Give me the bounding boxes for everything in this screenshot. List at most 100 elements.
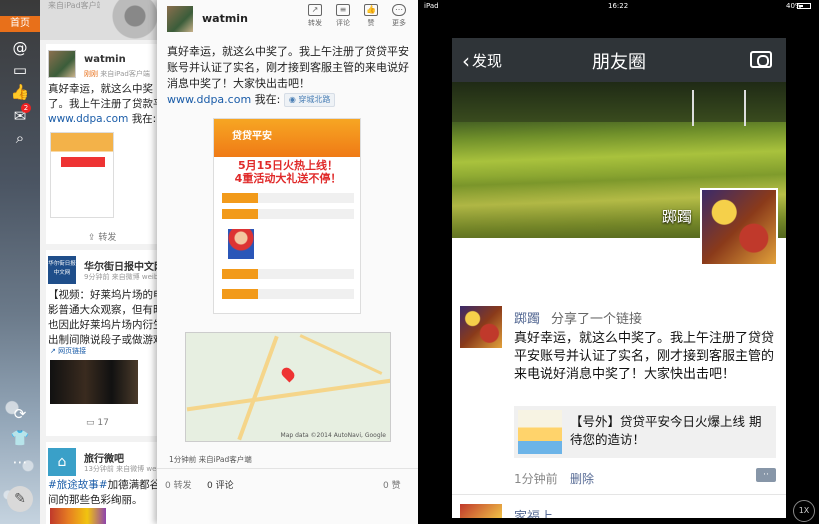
next-post-author[interactable]: 家福上	[514, 506, 553, 518]
detail-more-button[interactable]: ⋯ 更多	[387, 4, 411, 28]
avatar[interactable]	[167, 6, 193, 32]
mail-badge: 2	[21, 103, 31, 113]
detail-link[interactable]: www.ddpa.com	[167, 93, 251, 106]
post-hashtag[interactable]: #旅途故事#	[48, 479, 108, 491]
status-time: 16:22	[608, 2, 629, 10]
detail-comment-count[interactable]: 0 评论	[207, 478, 234, 491]
travel-logo-icon[interactable]: ⌂	[48, 448, 76, 476]
post-author[interactable]: watmin	[84, 54, 126, 65]
repost-button[interactable]: ⇪ 转发	[88, 230, 116, 243]
weibo-detail-panel: watmin ↗ 转发 ≡ 评论 👍 赞 ⋯ 更多 真好幸运，就这么中奖了。我上…	[157, 0, 418, 524]
post-image-thumbnail[interactable]	[50, 132, 114, 218]
location-tag[interactable]: ◉ 穿城北路	[283, 93, 336, 107]
cover-avatar[interactable]	[700, 188, 778, 266]
feed-top-meta: 来自iPad客户端	[48, 1, 105, 10]
sidebar-home-tab[interactable]: 首页	[0, 16, 40, 32]
refresh-icon[interactable]: ⟳	[10, 404, 30, 424]
post-link[interactable]: www.ddpa.com	[48, 113, 128, 125]
status-device: iPad	[424, 2, 439, 10]
comment-count-button[interactable]: ▭ 17	[86, 418, 109, 428]
poster-row	[222, 289, 354, 299]
poster-headline-line2: 4重活动大礼送不停！	[234, 172, 342, 185]
map-road	[237, 335, 279, 441]
battery-icon	[797, 3, 811, 9]
detail-more-label: 更多	[392, 19, 406, 27]
location-tag-label: 穿城北路	[298, 95, 331, 104]
cover-hills	[452, 82, 786, 122]
weibo-app: 首页 @ ▭ 👍 ✉ 2 ⌕ ⟳ 👕 ⋯ ✎ 来自iPad客户端 watmin …	[0, 0, 418, 524]
detail-repost-button[interactable]: ↗ 转发	[303, 4, 327, 28]
repost-icon: ↗	[308, 4, 322, 16]
wechat-nav-bar: ‹ 发现 朋友圈	[452, 38, 786, 82]
poster-row	[222, 269, 354, 279]
search-icon[interactable]: ⌕	[10, 128, 30, 148]
map-credit: Map data ©2014 AutoNavi, Google	[280, 432, 386, 439]
post-link-line: www.ddpa.com 我在:	[48, 112, 166, 128]
repost-label: 转发	[98, 233, 117, 243]
poster-banner: 贷贷平安	[214, 119, 360, 157]
post-meta: 刚刚 来自iPad客户端	[84, 69, 150, 79]
post-image-thumbnail[interactable]	[50, 508, 106, 524]
compose-pencil-icon[interactable]: ✎	[7, 486, 33, 512]
post-link-tag[interactable]: ↗ 网页链接	[50, 346, 86, 356]
shared-link-card[interactable]: 【号外】贷贷平安今日火爆上线 期待您的造访！	[514, 406, 776, 458]
post-author[interactable]: 旅行微吧	[84, 450, 124, 465]
detail-like-button[interactable]: 👍 赞	[359, 4, 383, 28]
feed-post-wsj[interactable]: 华尔街日报中文网 华尔街日报中文网 9分钟前 来自微博 weibo.com 【视…	[46, 250, 170, 436]
feed-top-strip: 来自iPad客户端	[40, 0, 170, 40]
shirt-icon[interactable]: 👕	[10, 428, 30, 448]
cover-utility-pole	[744, 90, 746, 126]
cover-user-name: 踯躅	[661, 208, 692, 226]
post-action: 分享了一个链接	[551, 312, 643, 327]
detail-poster-image[interactable]: 贷贷平安 5月15日火热上线！ 4重活动大礼送不停！	[213, 118, 361, 314]
like-icon[interactable]: 👍	[10, 82, 30, 102]
comment-icon[interactable]: ··	[756, 468, 776, 482]
detail-repost-label: 转发	[308, 19, 322, 27]
post-time: 刚刚	[84, 70, 98, 78]
detail-author[interactable]: watmin	[202, 12, 248, 25]
link-title: 【号外】贷贷平安今日火爆上线 期待您的造访！	[570, 414, 762, 447]
camera-icon[interactable]	[750, 51, 772, 68]
poster-banner-text: 贷贷平安	[232, 131, 272, 142]
detail-comment-label: 评论	[336, 19, 350, 27]
detail-time: 1分钟前 来自iPad客户端	[169, 455, 252, 464]
ipad-screen: iPad 16:22 40% ‹ 发现 朋友圈 踯躅 踯躅 分享了一个链接 真好幸…	[418, 0, 819, 524]
poster-row	[222, 193, 354, 203]
detail-like-label: 赞	[367, 19, 375, 27]
post-author[interactable]: 华尔街日报中文网	[84, 258, 164, 273]
avatar[interactable]	[460, 306, 502, 348]
comment-count: 17	[97, 418, 109, 428]
cover-utility-pole	[692, 90, 694, 126]
at-icon[interactable]: @	[10, 38, 30, 58]
post-text: #旅途故事#加德满都谷间的那些色彩绚丽。	[48, 478, 166, 508]
zoom-button[interactable]: 1X	[793, 500, 815, 522]
detail-text: 真好幸运，就这么中奖了。我上午注册了贷贷平安账号并认证了实名，刚才接到客服主管的…	[167, 44, 412, 108]
map-pin-icon[interactable]	[279, 365, 297, 383]
screenshot-root: 首页 @ ▭ 👍 ✉ 2 ⌕ ⟳ 👕 ⋯ ✎ 来自iPad客户端 watmin …	[0, 0, 819, 524]
detail-map[interactable]: Map data ©2014 AutoNavi, Google	[185, 332, 391, 442]
wsj-logo[interactable]: 华尔街日报中文网	[48, 256, 76, 284]
avatar[interactable]	[48, 50, 76, 78]
wechat-moments: ‹ 发现 朋友圈 踯躅 踯躅 分享了一个链接 真好幸运，就这么中奖了。我上午注册了…	[452, 38, 786, 518]
comment-icon[interactable]: ▭	[10, 60, 30, 80]
poster-row	[222, 209, 354, 219]
ipad-status-bar: iPad 16:22 40%	[418, 0, 819, 12]
detail-comment-button[interactable]: ≡ 评论	[331, 4, 355, 28]
avatar[interactable]	[460, 504, 502, 518]
divider	[452, 494, 786, 495]
delete-link[interactable]: 删除	[570, 470, 594, 487]
detail-like-count[interactable]: 0 赞	[383, 478, 401, 491]
post-video-thumbnail[interactable]	[50, 360, 138, 404]
poster-superhero-graphic	[228, 229, 254, 259]
poster-headline-line1: 5月15日火热上线！	[238, 159, 338, 172]
page-title: 朋友圈	[592, 52, 646, 73]
feed-post-watmin[interactable]: watmin 刚刚 来自iPad客户端 真好幸运，就这么中奖了。我上午注册了贷款…	[46, 44, 170, 244]
post-author[interactable]: 踯躅	[514, 308, 540, 327]
poster-headline: 5月15日火热上线！ 4重活动大礼送不停！	[222, 159, 354, 185]
post-text: 【视频：好莱坞片场的电影普通大众观察，但有时也因此好莱坞片场内衍生出制间隙说段子…	[48, 289, 164, 346]
detail-loc-prefix: 我在:	[254, 93, 281, 106]
detail-repost-count[interactable]: 0 转发	[165, 478, 192, 491]
more-icon[interactable]: ⋯	[10, 452, 30, 472]
comment-icon: ≡	[336, 4, 350, 16]
feed-post-travel[interactable]: ⌂ 旅行微吧 13分钟前 来自微博 weibo.com #旅途故事#加德满都谷间…	[46, 442, 170, 524]
